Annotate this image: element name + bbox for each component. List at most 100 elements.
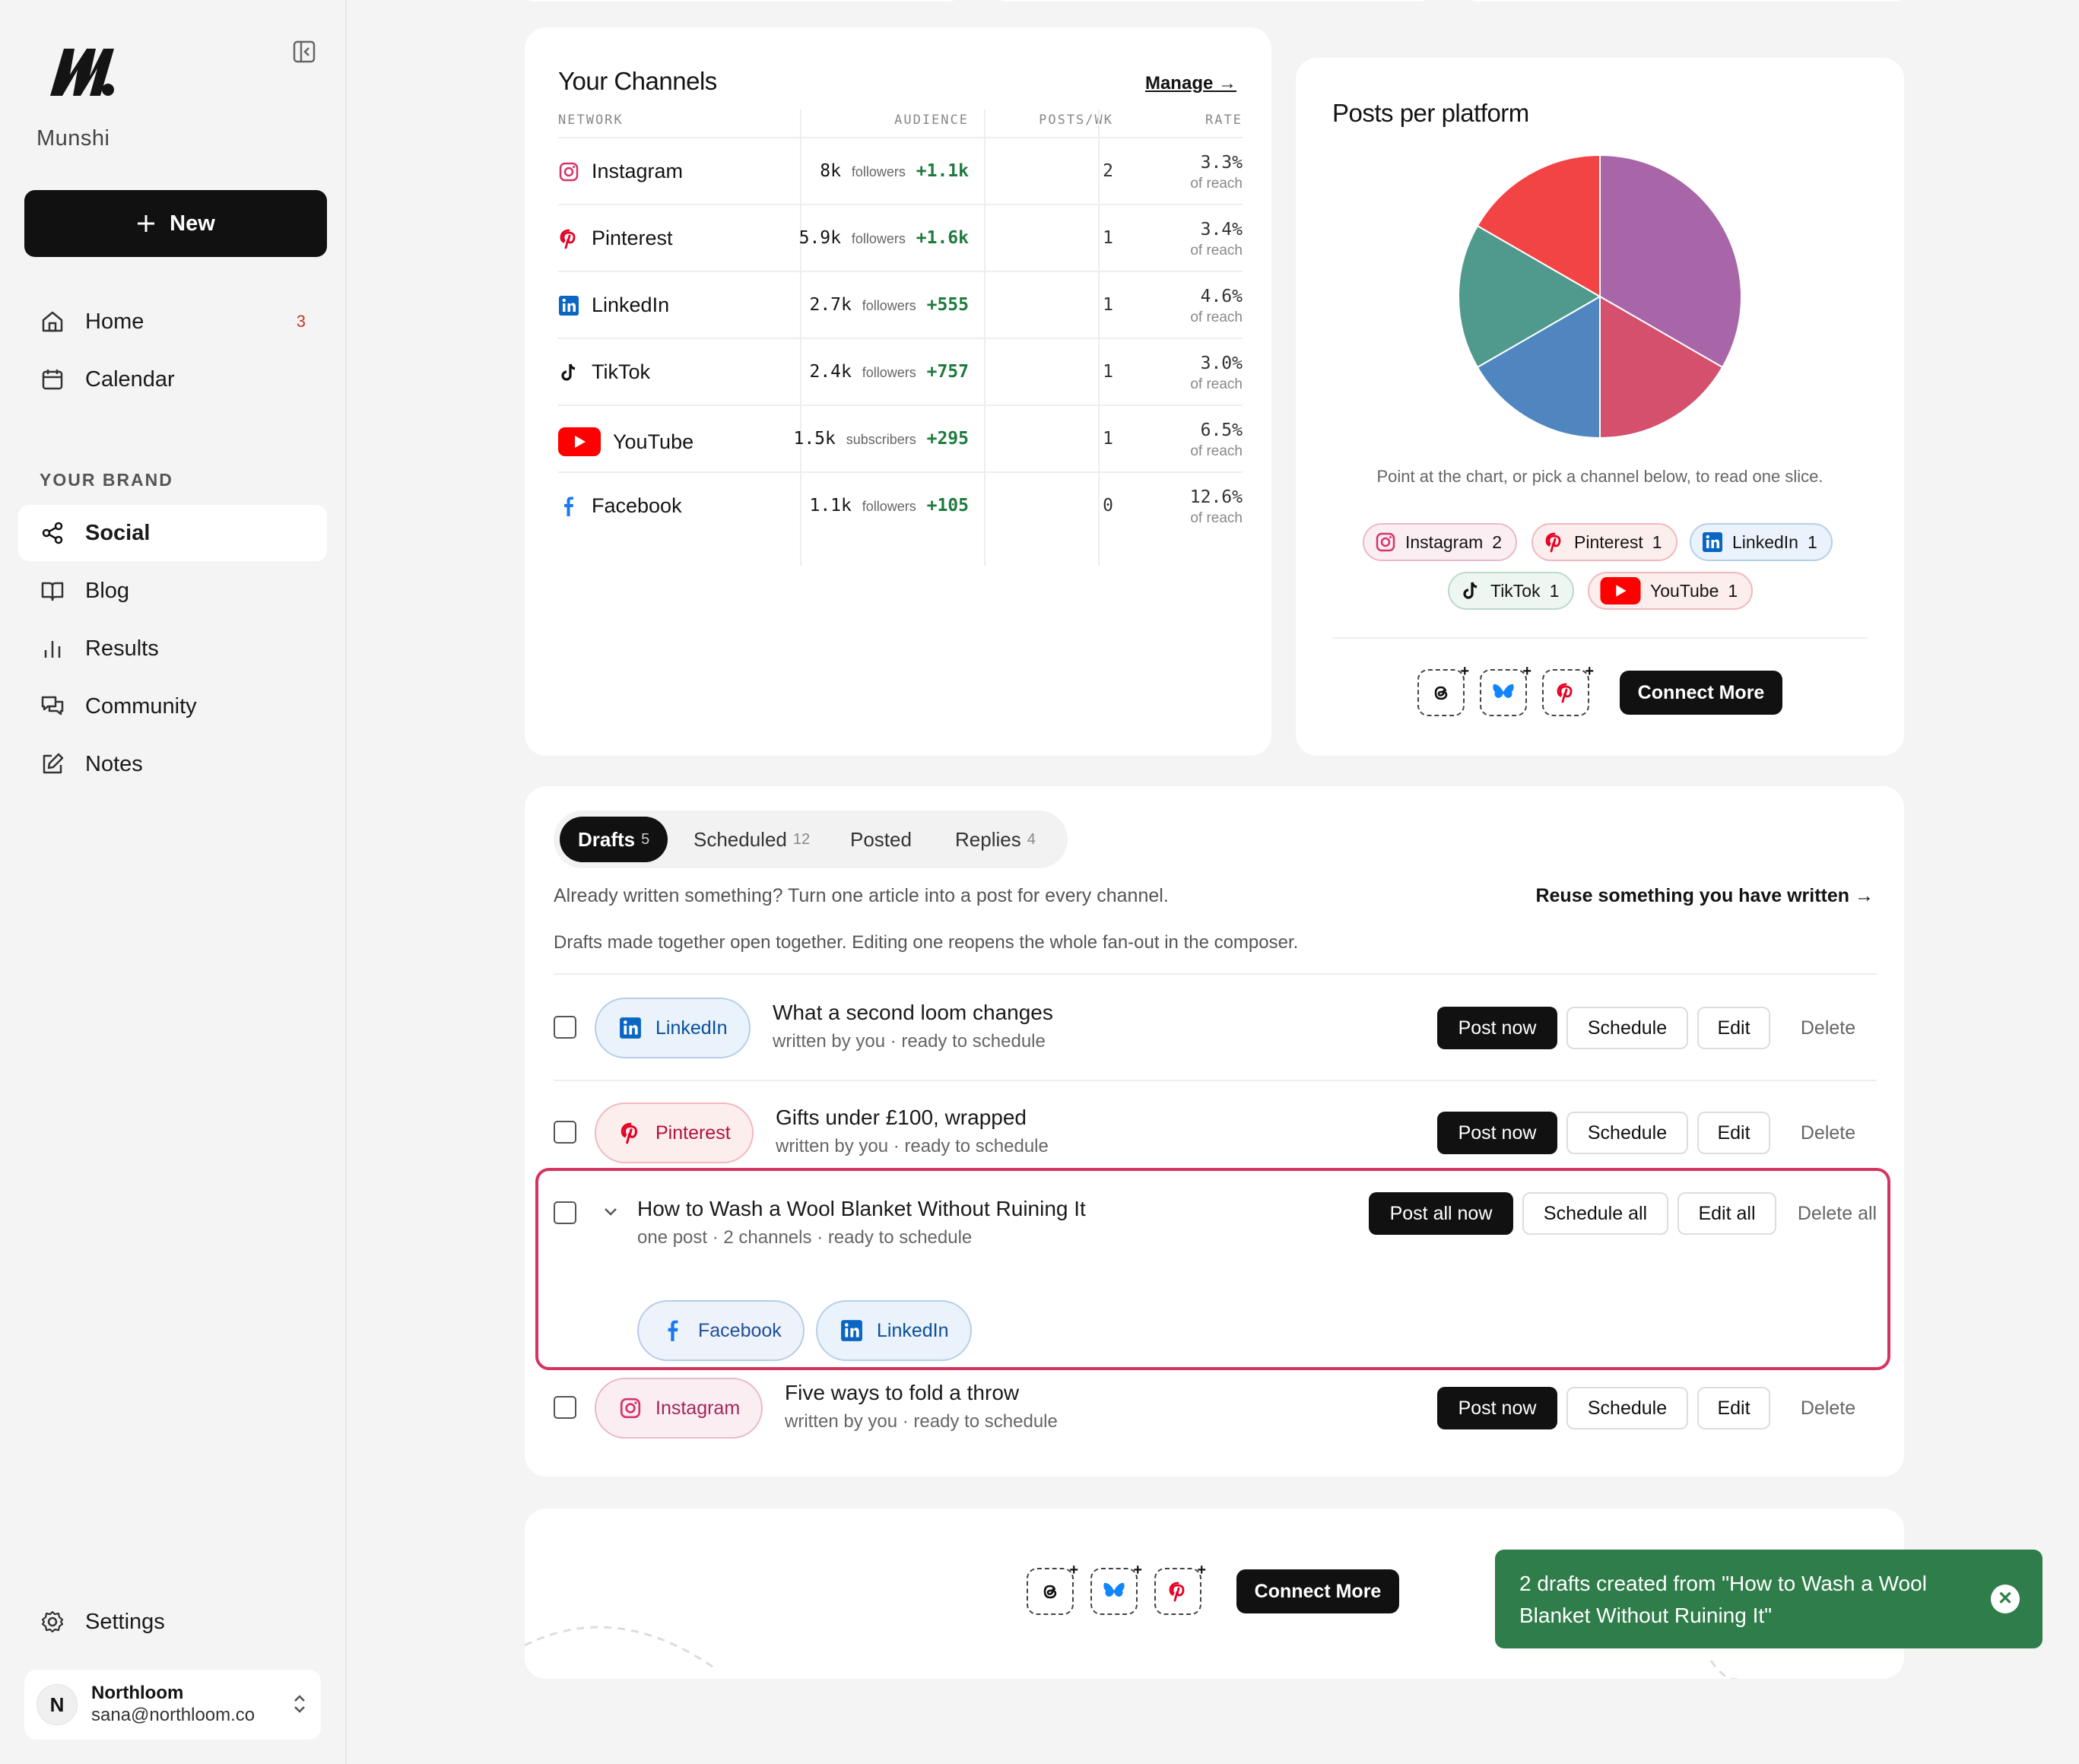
tab-posted[interactable]: Posted <box>832 817 930 862</box>
nav-blog-label: Blog <box>85 578 130 603</box>
channel-pill-linkedin[interactable]: LinkedIn <box>816 1300 972 1361</box>
connect-threads[interactable]: + <box>1027 1562 1078 1615</box>
manage-link[interactable]: Manage → <box>1145 73 1236 94</box>
channel-row-tiktok[interactable]: TikTok 2.4k followers +757 1 3.0% of reac… <box>558 338 1243 405</box>
group-title[interactable]: How to Wash a Wool Blanket Without Ruini… <box>637 1197 1086 1221</box>
channel-pill-instagram[interactable]: Instagram <box>595 1378 763 1439</box>
edit-button[interactable]: Edit <box>1697 1387 1770 1429</box>
reuse-text: Already written something? Turn one arti… <box>554 885 1169 906</box>
channel-pill-linkedin[interactable]: LinkedIn <box>595 998 751 1058</box>
post-all-now-button[interactable]: Post all now <box>1369 1192 1513 1235</box>
post-now-button[interactable]: Post now <box>1437 1007 1557 1049</box>
channels-title: Your Channels <box>558 67 717 95</box>
draft-checkbox[interactable] <box>554 1396 576 1419</box>
posts-per-week: 1 <box>1103 429 1113 449</box>
nav-calendar-label: Calendar <box>85 366 175 392</box>
draft-title[interactable]: Five ways to fold a throw <box>785 1381 1019 1405</box>
schedule-button[interactable]: Schedule <box>1566 1007 1688 1049</box>
edit-button[interactable]: Edit <box>1697 1112 1770 1154</box>
connect-pinterest[interactable]: + <box>1542 663 1594 716</box>
chevron-down-icon[interactable] <box>602 1203 619 1220</box>
collapse-sidebar-icon[interactable] <box>292 40 316 64</box>
account-switcher[interactable]: N Northloom sana@northloom.co <box>24 1670 321 1740</box>
group-meta: one post · 2 channels · ready to schedul… <box>637 1227 973 1248</box>
channel-pill-facebook[interactable]: Facebook <box>637 1300 805 1361</box>
divider <box>554 1080 1877 1081</box>
nav-results[interactable]: Results <box>18 620 327 677</box>
brand-logo[interactable] <box>47 44 117 99</box>
channel-pill-pinterest[interactable]: Pinterest <box>595 1102 754 1163</box>
delete-button[interactable]: Delete <box>1779 1387 1877 1429</box>
channel-row-linkedin[interactable]: LinkedIn 2.7k followers +555 1 4.6% of re… <box>558 271 1243 338</box>
pinterest-icon <box>619 1122 642 1144</box>
home-badge: 3 <box>296 312 306 331</box>
channel-row-facebook[interactable]: Facebook 1.1k followers +105 0 12.6% of r… <box>558 471 1243 538</box>
connect-more-button[interactable]: Connect More <box>1236 1569 1399 1613</box>
nav-notes[interactable]: Notes <box>18 736 327 792</box>
drafts-card: Drafts 5 Scheduled 12 Posted Replies 4 Alre… <box>525 786 1904 1477</box>
nav-community[interactable]: Community <box>18 678 327 734</box>
chip-label: LinkedIn <box>1732 531 1798 552</box>
nav-social[interactable]: Social <box>18 505 327 561</box>
post-now-button[interactable]: Post now <box>1437 1387 1557 1429</box>
chip-youtube[interactable]: YouTube 1 <box>1588 572 1754 610</box>
connect-threads[interactable]: + <box>1417 663 1469 716</box>
reuse-link[interactable]: Reuse something you have written → <box>1535 885 1874 907</box>
home-icon <box>40 309 65 335</box>
connect-more-button[interactable]: Connect More <box>1620 671 1782 715</box>
instagram-icon <box>1375 531 1396 553</box>
audience-gain: +295 <box>926 429 969 449</box>
close-icon[interactable]: ✕ <box>1991 1585 2020 1613</box>
delete-button[interactable]: Delete <box>1779 1007 1877 1049</box>
nav-blog[interactable]: Blog <box>18 563 327 619</box>
facebook-icon <box>662 1319 684 1342</box>
posts-per-platform-card: Posts per platform Point at the chart, o… <box>1296 58 1904 756</box>
channel-row-instagram[interactable]: Instagram 8k followers +1.1k 2 3.3% of re… <box>558 137 1243 204</box>
chip-linkedin[interactable]: LinkedIn 1 <box>1690 523 1833 561</box>
delete-button[interactable]: Delete <box>1779 1112 1877 1154</box>
draft-title[interactable]: What a second loom changes <box>773 1001 1053 1025</box>
chip-tiktok[interactable]: TikTok 1 <box>1448 572 1575 610</box>
chat-icon <box>40 693 65 719</box>
divider <box>1332 637 1868 639</box>
edit-all-button[interactable]: Edit all <box>1677 1192 1776 1235</box>
tab-count: 4 <box>1027 830 1036 848</box>
schedule-button[interactable]: Schedule <box>1566 1112 1688 1154</box>
draft-title[interactable]: Gifts under £100, wrapped <box>776 1106 1027 1130</box>
channels-card: Your Channels Manage → NETWORK AUDIENCE … <box>525 27 1271 756</box>
nav-home[interactable]: Home 3 <box>18 293 327 350</box>
edit-button[interactable]: Edit <box>1697 1007 1770 1049</box>
audience-gain: +757 <box>926 362 969 382</box>
tab-scheduled[interactable]: Scheduled 12 <box>675 817 828 862</box>
chip-label: Instagram <box>1405 531 1484 552</box>
tab-replies[interactable]: Replies 4 <box>937 817 1054 862</box>
calendar-icon <box>40 366 65 392</box>
schedule-button[interactable]: Schedule <box>1566 1387 1688 1429</box>
delete-all-button[interactable]: Delete all <box>1785 1192 1889 1235</box>
new-button[interactable]: New <box>24 190 327 257</box>
instagram-icon <box>619 1397 642 1420</box>
connect-bluesky[interactable]: + <box>1480 663 1531 716</box>
account-email: sana@northloom.co <box>91 1705 256 1725</box>
draft-checkbox[interactable] <box>554 1016 576 1039</box>
chip-pinterest[interactable]: Pinterest 1 <box>1531 523 1677 561</box>
nav-calendar[interactable]: Calendar <box>18 351 327 408</box>
tab-drafts[interactable]: Drafts 5 <box>560 817 668 862</box>
schedule-all-button[interactable]: Schedule all <box>1522 1192 1668 1235</box>
post-now-button[interactable]: Post now <box>1437 1112 1557 1154</box>
pill-label: Instagram <box>655 1397 741 1419</box>
pie-chart[interactable] <box>1455 152 1744 441</box>
rate-note: of reach <box>1190 175 1243 192</box>
connect-pinterest[interactable]: + <box>1154 1562 1206 1615</box>
channel-row-youtube[interactable]: YouTube 1.5k subscribers +295 1 6.5% of r… <box>558 405 1243 471</box>
draft-checkbox[interactable] <box>554 1121 576 1144</box>
audience-gain: +105 <box>926 496 969 516</box>
chip-instagram[interactable]: Instagram 2 <box>1363 523 1518 561</box>
audience-value: 1.5k <box>793 429 836 449</box>
draft-checkbox[interactable] <box>554 1201 576 1224</box>
connect-bluesky[interactable]: + <box>1090 1562 1142 1615</box>
draft-row: Pinterest Gifts under £100, wrapped writ… <box>554 1083 1877 1174</box>
rate-note: of reach <box>1190 443 1243 459</box>
channel-row-pinterest[interactable]: Pinterest 5.9k followers +1.6k 1 3.4% of … <box>558 204 1243 271</box>
nav-settings[interactable]: Settings <box>18 1594 327 1650</box>
